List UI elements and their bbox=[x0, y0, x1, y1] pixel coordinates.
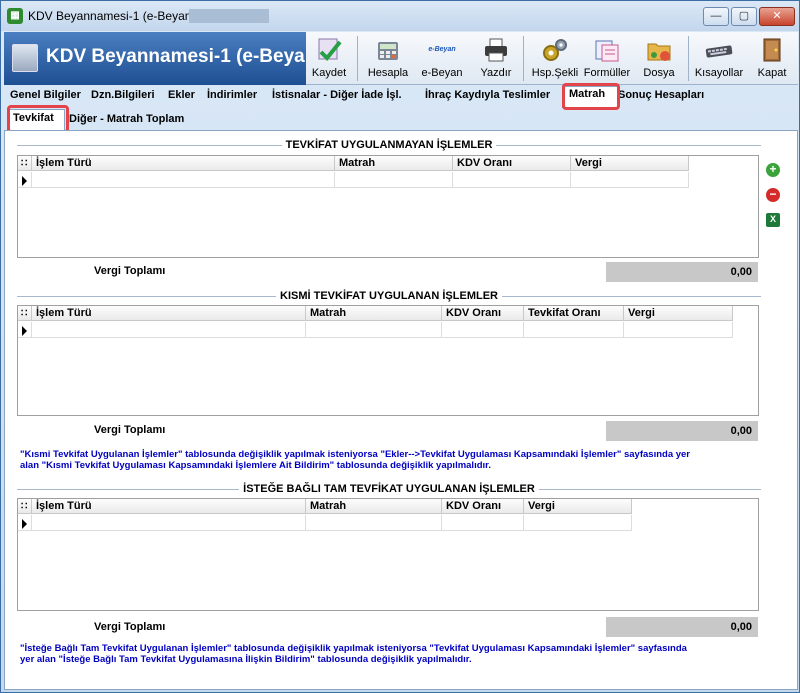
close-form-button[interactable]: Kapat bbox=[750, 32, 794, 85]
app-icon: ▦ bbox=[7, 8, 23, 24]
vergi-toplami-value: 0,00 bbox=[606, 617, 758, 637]
save-button[interactable]: Kaydet bbox=[307, 32, 351, 85]
keyboard-icon bbox=[705, 45, 733, 58]
col-kdv-orani[interactable]: KDV Oranı bbox=[442, 306, 524, 321]
sub-tab-bar: Tevkifat Diğer - Matrah Toplam bbox=[4, 105, 798, 133]
table-row[interactable] bbox=[32, 322, 306, 338]
tab-istisnalar[interactable]: İstisnalar - Diğer İade İşl. bbox=[272, 89, 402, 101]
vergi-toplami-label: Vergi Toplamı bbox=[94, 424, 166, 436]
vergi-toplami-value: 0,00 bbox=[606, 421, 758, 441]
col-matrah[interactable]: Matrah bbox=[306, 306, 442, 321]
col-tevkifat-orani[interactable]: Tevkifat Oranı bbox=[524, 306, 624, 321]
kismi-tevkifat-note: "Kısmi Tevkifat Uygulanan İşlemler" tabl… bbox=[20, 449, 691, 471]
tab-ekler[interactable]: Ekler bbox=[168, 89, 195, 101]
current-row-arrow-icon bbox=[22, 326, 27, 336]
tab-diger-matrah-toplam[interactable]: Diğer - Matrah Toplam bbox=[69, 113, 184, 125]
istege-bagli-note: "İsteğe Bağlı Tam Tevkifat Uygulanan İşl… bbox=[20, 643, 687, 665]
title-bar: ▦ KDV Beyannamesi-1 (e-Beyan) — ▢ ✕ bbox=[1, 1, 799, 31]
col-islem-turu[interactable]: İşlem Türü bbox=[32, 156, 335, 171]
main-tab-bar: Genel Bilgiler Dzn.Bilgileri Ekler İndir… bbox=[4, 83, 798, 110]
current-row-arrow-icon bbox=[22, 176, 27, 186]
printer-icon bbox=[485, 38, 507, 62]
add-row-icon[interactable]: + bbox=[766, 163, 780, 177]
col-islem-turu[interactable]: İşlem Türü bbox=[32, 306, 306, 321]
brand-banner: KDV Beyannamesi-1 (e-Beyan) bbox=[4, 32, 306, 85]
section-kismi-tevkifat: KISMİ TEVKİFAT UYGULANAN İŞLEMLER bbox=[17, 290, 761, 302]
col-islem-turu[interactable]: İşlem Türü bbox=[32, 499, 306, 514]
exit-door-icon bbox=[763, 38, 781, 62]
e-beyan-icon: e-Beyan bbox=[428, 46, 456, 53]
col-matrah[interactable]: Matrah bbox=[335, 156, 453, 171]
calculator-icon bbox=[378, 42, 398, 60]
section-title: TEVKİFAT UYGULANMAYAN İŞLEMLER bbox=[281, 139, 497, 151]
e-beyan-button[interactable]: e-Beyan e-Beyan bbox=[417, 32, 467, 85]
col-vergi[interactable]: Vergi bbox=[571, 156, 689, 171]
tab-genel-bilgiler[interactable]: Genel Bilgiler bbox=[10, 89, 81, 101]
remove-row-icon[interactable]: − bbox=[766, 188, 780, 202]
section-tevkifat-uygulanmayan: TEVKİFAT UYGULANMAYAN İŞLEMLER bbox=[17, 139, 761, 151]
print-button[interactable]: Yazdır bbox=[474, 32, 518, 85]
vergi-toplami-label: Vergi Toplamı bbox=[94, 265, 166, 277]
table-row[interactable] bbox=[32, 172, 335, 188]
vergi-toplami-value: 0,00 bbox=[606, 262, 758, 282]
forms-icon bbox=[595, 40, 619, 62]
tevkifat-uygulanmayan-grid[interactable]: ∷ İşlem Türü Matrah KDV Oranı Vergi bbox=[17, 155, 759, 258]
close-button[interactable]: ✕ bbox=[759, 7, 795, 26]
section-title: İSTEĞE BAĞLI TAM TEVFİKAT UYGULANAN İŞLE… bbox=[239, 483, 539, 495]
file-button[interactable]: Dosya bbox=[636, 32, 682, 85]
gears-icon bbox=[543, 39, 567, 61]
grid-menu-icon[interactable]: ∷ bbox=[21, 157, 27, 170]
current-row-arrow-icon bbox=[22, 519, 27, 529]
grid-menu-icon[interactable]: ∷ bbox=[21, 307, 27, 320]
redacted-title-part bbox=[189, 9, 269, 23]
highlight-tevkifat-tab bbox=[7, 105, 69, 133]
shortcuts-button[interactable]: Kısayollar bbox=[693, 32, 745, 85]
kismi-tevkifat-grid[interactable]: ∷ İşlem Türü Matrah KDV Oranı Tevkifat O… bbox=[17, 305, 759, 416]
grid-menu-icon[interactable]: ∷ bbox=[21, 500, 27, 513]
calculation-method-button[interactable]: Hsp.Şekli bbox=[528, 32, 582, 85]
maximize-button[interactable]: ▢ bbox=[731, 7, 757, 26]
col-vergi[interactable]: Vergi bbox=[524, 499, 632, 514]
col-matrah[interactable]: Matrah bbox=[306, 499, 442, 514]
vergi-toplami-label: Vergi Toplamı bbox=[94, 621, 166, 633]
section-title: KISMİ TEVKİFAT UYGULANAN İŞLEMLER bbox=[276, 290, 502, 302]
table-row[interactable] bbox=[32, 515, 306, 531]
col-kdv-orani[interactable]: KDV Oranı bbox=[442, 499, 524, 514]
folder-icon bbox=[647, 43, 671, 61]
tab-sonuc-hesaplari[interactable]: Sonuç Hesapları bbox=[618, 89, 704, 101]
col-vergi[interactable]: Vergi bbox=[624, 306, 733, 321]
section-istege-bagli: İSTEĞE BAĞLI TAM TEVFİKAT UYGULANAN İŞLE… bbox=[17, 483, 761, 495]
highlight-matrah-tab bbox=[562, 83, 620, 110]
tab-ihrac-kaydiyla[interactable]: İhraç Kaydıyla Teslimler bbox=[425, 89, 550, 101]
istege-bagli-grid[interactable]: ∷ İşlem Türü Matrah KDV Oranı Vergi bbox=[17, 498, 759, 611]
brand-title: KDV Beyannamesi-1 (e-Beyan) bbox=[46, 46, 306, 67]
window-title: KDV Beyannamesi-1 (e-Beyan) bbox=[28, 9, 196, 23]
formulas-button[interactable]: Formüller bbox=[582, 32, 632, 85]
tevkifat-panel: TEVKİFAT UYGULANMAYAN İŞLEMLER ∷ İşlem T… bbox=[4, 130, 798, 690]
col-kdv-orani[interactable]: KDV Oranı bbox=[453, 156, 571, 171]
toolbar: KDV Beyannamesi-1 (e-Beyan) Kaydet Hesap… bbox=[4, 32, 798, 85]
main-window: ▦ KDV Beyannamesi-1 (e-Beyan) — ▢ ✕ KDV … bbox=[0, 0, 800, 693]
save-check-icon bbox=[318, 38, 342, 61]
tab-indirimler[interactable]: İndirimler bbox=[207, 89, 257, 101]
excel-export-icon[interactable]: X bbox=[766, 213, 780, 227]
minimize-button[interactable]: — bbox=[703, 7, 729, 26]
tab-dzn-bilgileri[interactable]: Dzn.Bilgileri bbox=[91, 89, 155, 101]
calculate-button[interactable]: Hesapla bbox=[364, 32, 412, 85]
document-icon bbox=[12, 44, 38, 72]
